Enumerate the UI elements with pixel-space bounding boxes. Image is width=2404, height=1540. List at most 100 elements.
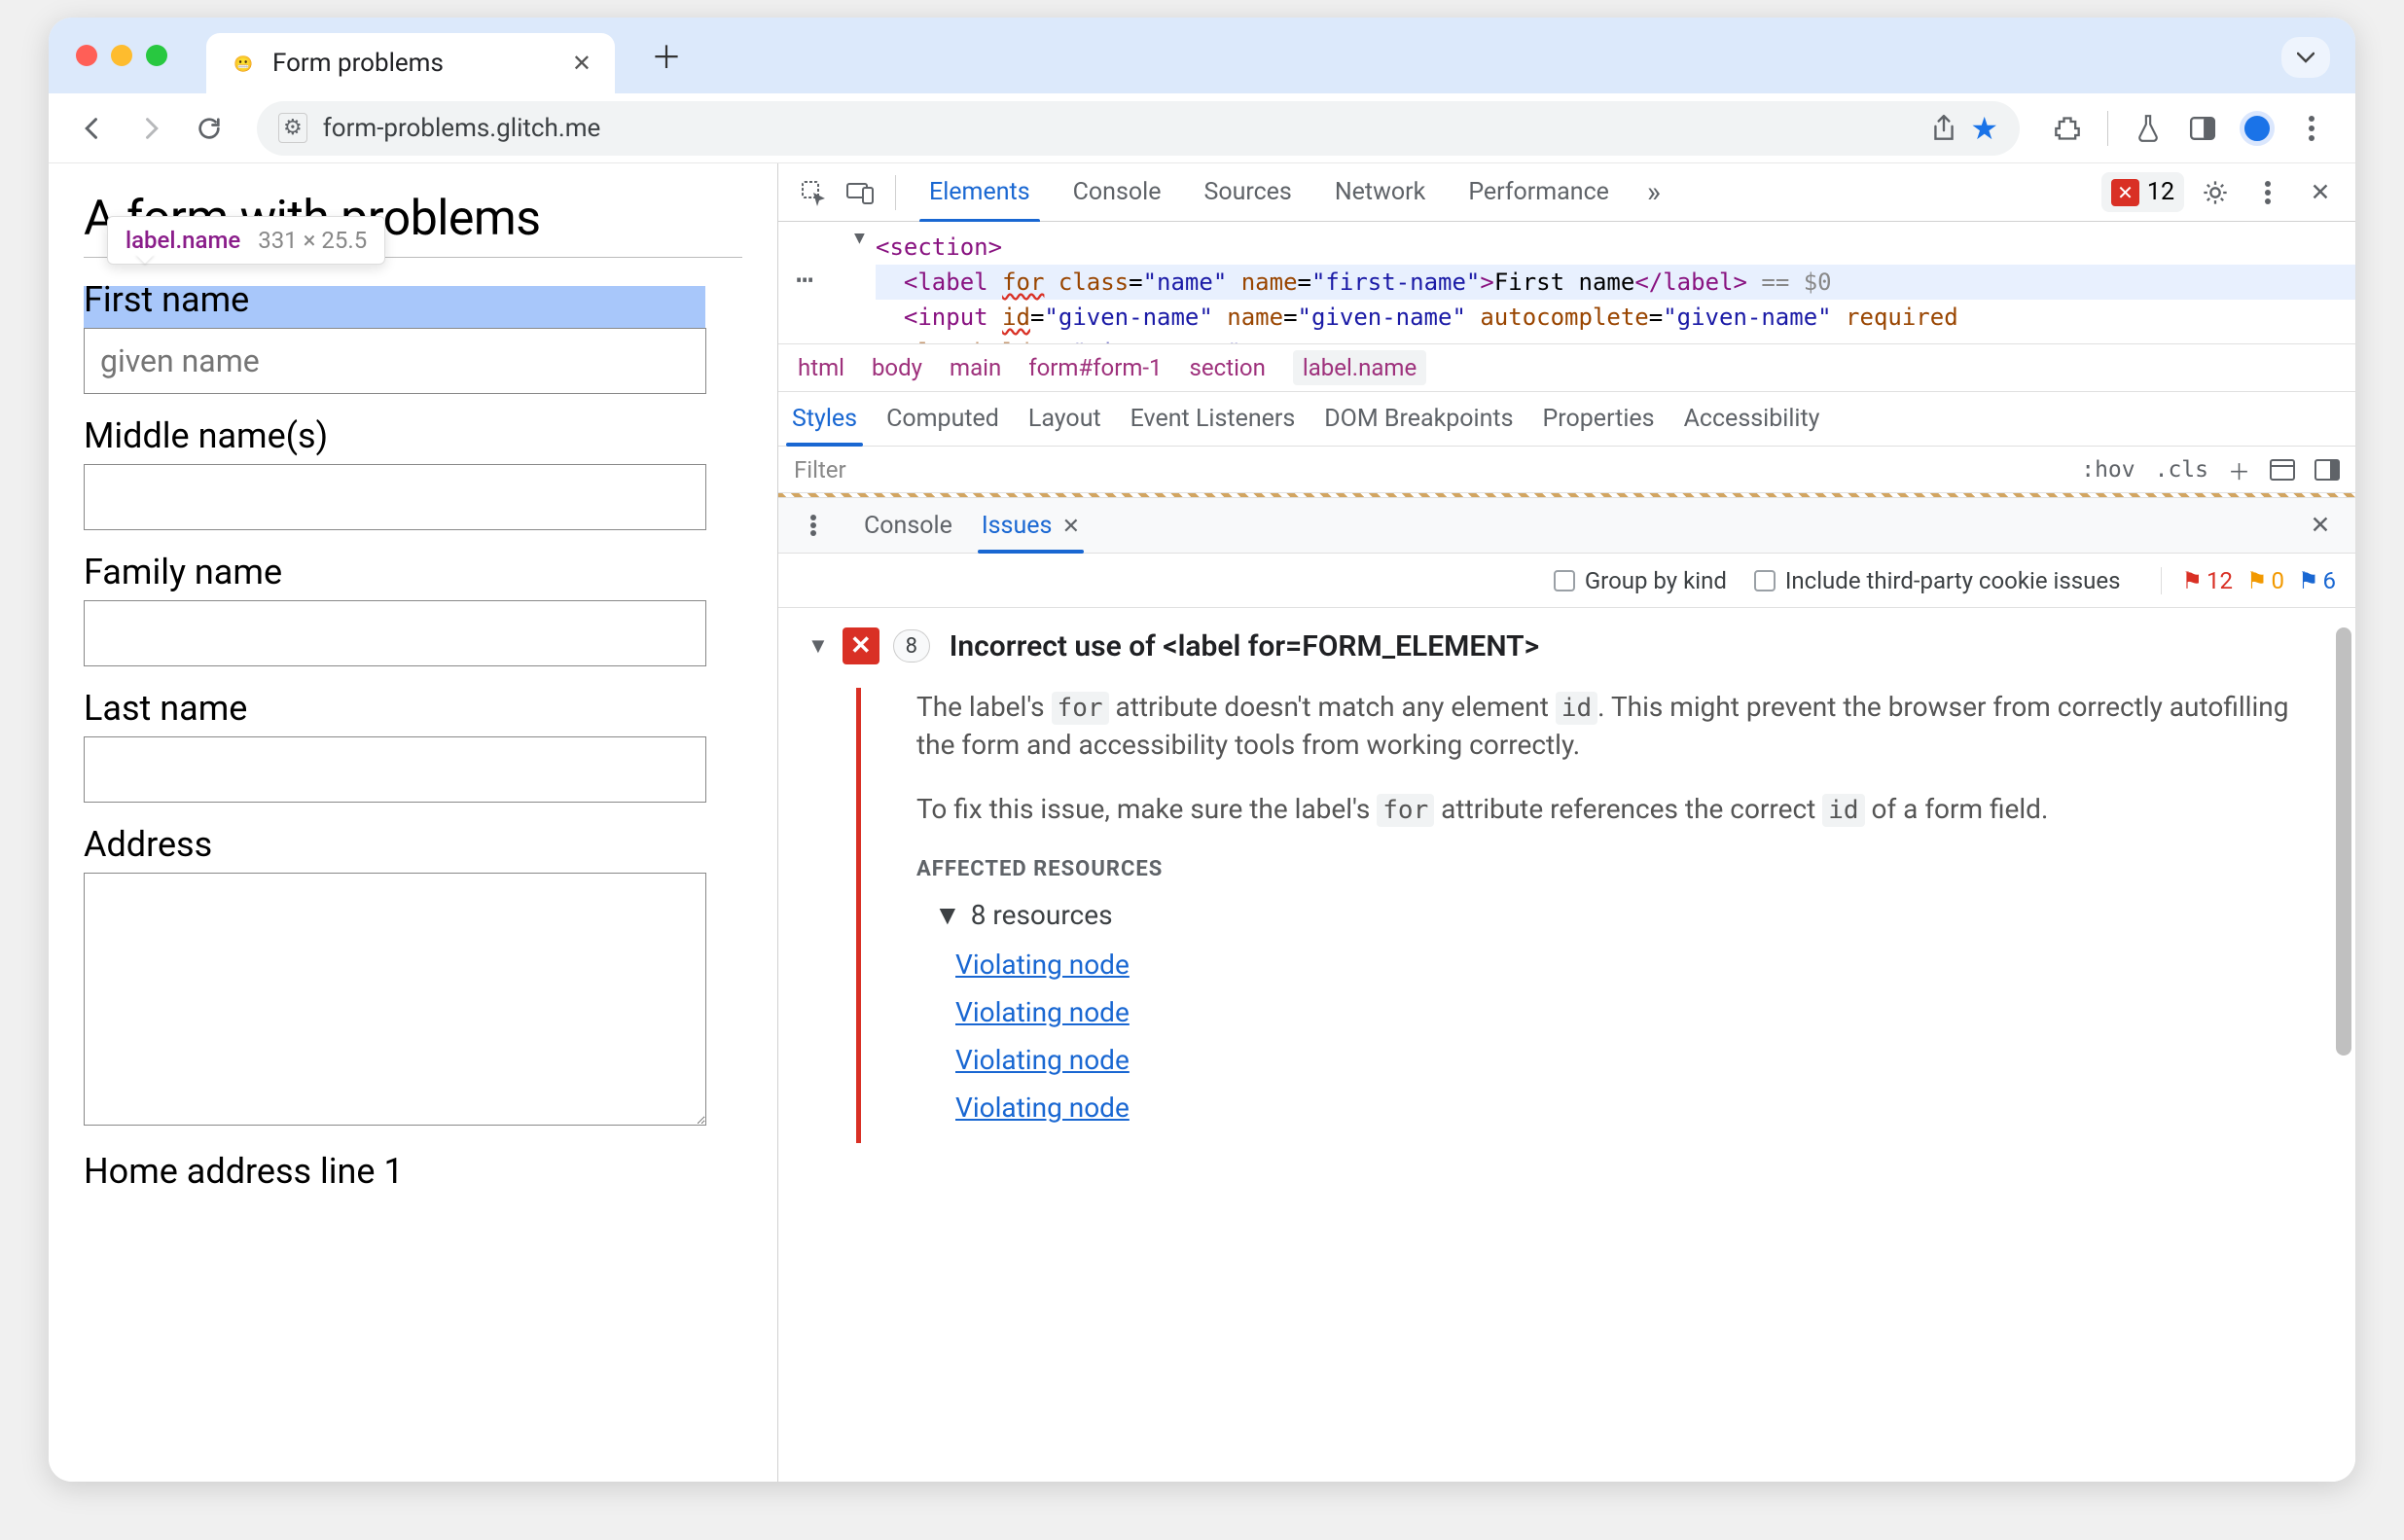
window-maximize-button[interactable] xyxy=(146,45,167,66)
content-area: A form with problems label.name 331 × 25… xyxy=(49,163,2355,1482)
devtools-close-icon[interactable]: ✕ xyxy=(2299,171,2342,214)
new-style-rule-icon[interactable]: ＋ xyxy=(2228,453,2250,486)
subtab-accessibility[interactable]: Accessibility xyxy=(1684,405,1820,433)
more-tabs-icon[interactable]: » xyxy=(1633,171,1675,214)
new-tab-button[interactable]: ＋ xyxy=(642,31,691,80)
family-name-input[interactable] xyxy=(84,600,706,666)
extensions-icon[interactable] xyxy=(2043,104,2092,153)
violating-node-link[interactable]: Violating node xyxy=(955,1092,2326,1124)
issue-row[interactable]: ▼ ✕ 8 Incorrect use of <label for=FORM_E… xyxy=(778,608,2355,664)
issue-toggle-icon[interactable]: ▼ xyxy=(807,633,829,664)
tabs-dropdown-button[interactable] xyxy=(2281,37,2330,78)
violating-node-link[interactable]: Violating node xyxy=(955,1044,2326,1076)
drawer-tabbar: Console Issues ✕ ✕ xyxy=(778,497,2355,554)
subtab-layout[interactable]: Layout xyxy=(1028,405,1101,433)
resources-caret-icon: ▼ xyxy=(934,899,961,931)
dom-ellipsis-icon[interactable]: ⋯ xyxy=(796,263,815,297)
middle-name-group: Middle name(s) xyxy=(84,415,742,530)
dom-tree[interactable]: ⋯ ▼ <section> <label for class="name" na… xyxy=(778,222,2355,343)
window-close-button[interactable] xyxy=(76,45,97,66)
drawer-tab-close-icon[interactable]: ✕ xyxy=(1062,515,1080,539)
dom-breadcrumb[interactable]: html body main form#form-1 section label… xyxy=(778,343,2355,392)
toggle-sidebar-icon[interactable] xyxy=(2314,459,2340,481)
inspect-element-icon[interactable] xyxy=(792,171,835,214)
group-by-kind-checkbox[interactable] xyxy=(1554,570,1575,591)
kebab-menu-icon[interactable] xyxy=(2287,104,2336,153)
subtab-dom-breakpoints[interactable]: DOM Breakpoints xyxy=(1324,405,1513,433)
share-icon[interactable] xyxy=(1931,114,1956,143)
tab-favicon: 😬 xyxy=(230,50,257,77)
drawer-tab-issues[interactable]: Issues ✕ xyxy=(982,512,1080,540)
site-settings-icon[interactable]: ⚙ xyxy=(278,113,307,143)
labs-icon[interactable] xyxy=(2124,104,2172,153)
violating-node-link[interactable]: Violating node xyxy=(955,949,2326,981)
omnibox[interactable]: ⚙ form-problems.glitch.me ★ xyxy=(257,101,2020,156)
crumb-form[interactable]: form#form-1 xyxy=(1028,354,1162,381)
first-name-input[interactable] xyxy=(84,328,706,394)
home-line1-label: Home address line 1 xyxy=(84,1151,742,1192)
resources-toggle-label: 8 resources xyxy=(971,899,1113,931)
device-toolbar-icon[interactable] xyxy=(839,171,881,214)
devtools-kebab-icon[interactable] xyxy=(2246,171,2289,214)
crumb-html[interactable]: html xyxy=(798,354,844,381)
issues-info-flag[interactable]: ⚑ 6 xyxy=(2298,567,2336,594)
error-count-badge[interactable]: ✕ 12 xyxy=(2101,172,2184,212)
family-name-group: Family name xyxy=(84,552,742,666)
reload-button[interactable] xyxy=(185,104,233,153)
bookmark-star-icon[interactable]: ★ xyxy=(1970,110,1998,147)
crumb-main[interactable]: main xyxy=(950,354,1001,381)
forward-button[interactable] xyxy=(126,104,175,153)
subtab-styles[interactable]: Styles xyxy=(792,405,857,433)
inspect-selector: label.name xyxy=(126,227,240,254)
tab-console[interactable]: Console xyxy=(1054,163,1181,222)
subtab-properties[interactable]: Properties xyxy=(1543,405,1655,433)
panel-icon[interactable] xyxy=(2178,104,2227,153)
styles-filter-row: Filter :hov .cls ＋ xyxy=(778,447,2355,493)
tab-close-button[interactable]: ✕ xyxy=(572,50,592,77)
address-textarea[interactable] xyxy=(84,873,706,1126)
subtab-event-listeners[interactable]: Event Listeners xyxy=(1130,405,1296,433)
issues-error-flag[interactable]: ⚑ 12 xyxy=(2181,567,2233,594)
address-label: Address xyxy=(84,824,742,865)
first-name-group: First name xyxy=(84,279,742,394)
middle-name-input[interactable] xyxy=(84,464,706,530)
crumb-body[interactable]: body xyxy=(872,354,922,381)
tab-sources[interactable]: Sources xyxy=(1184,163,1310,222)
error-count: 12 xyxy=(2147,178,2174,206)
dom-caret-icon[interactable]: ▼ xyxy=(854,228,865,248)
drawer-close-icon[interactable]: ✕ xyxy=(2299,504,2342,547)
back-button[interactable] xyxy=(68,104,117,153)
drawer-tab-console[interactable]: Console xyxy=(864,512,952,540)
violating-node-link[interactable]: Violating node xyxy=(955,996,2326,1028)
browser-tab[interactable]: 😬 Form problems ✕ xyxy=(206,33,615,93)
home-line1-group: Home address line 1 xyxy=(84,1151,742,1192)
settings-gear-icon[interactable] xyxy=(2194,171,2237,214)
styles-subtabs: Styles Computed Layout Event Listeners D… xyxy=(778,392,2355,447)
last-name-group: Last name xyxy=(84,688,742,803)
inspect-tooltip: label.name 331 × 25.5 xyxy=(107,216,385,265)
hov-toggle[interactable]: :hov xyxy=(2081,457,2135,483)
subtab-computed[interactable]: Computed xyxy=(886,405,999,433)
traffic-lights xyxy=(76,45,167,66)
tab-elements[interactable]: Elements xyxy=(910,163,1050,222)
include-cookie-checkbox[interactable] xyxy=(1754,570,1776,591)
crumb-label[interactable]: label.name xyxy=(1293,350,1426,385)
cls-toggle[interactable]: .cls xyxy=(2155,457,2208,483)
window-minimize-button[interactable] xyxy=(111,45,132,66)
last-name-input[interactable] xyxy=(84,736,706,803)
profile-button[interactable] xyxy=(2233,104,2281,153)
crumb-section[interactable]: section xyxy=(1190,354,1266,381)
drawer-kebab-icon[interactable] xyxy=(792,504,835,547)
browser-window: 😬 Form problems ✕ ＋ ⚙ form-problems.glit… xyxy=(49,18,2355,1482)
browser-toolbar: ⚙ form-problems.glitch.me ★ xyxy=(49,93,2355,163)
tab-network[interactable]: Network xyxy=(1315,163,1445,222)
styles-filter-input[interactable]: Filter xyxy=(794,456,846,483)
computed-sidebar-icon[interactable] xyxy=(2270,459,2295,481)
tab-performance[interactable]: Performance xyxy=(1449,163,1629,222)
issues-counts: ⚑ 12 ⚑ 0 ⚑ 6 xyxy=(2161,567,2336,594)
issues-warning-flag[interactable]: ⚑ 0 xyxy=(2246,567,2284,594)
issue-count-pill: 8 xyxy=(893,629,930,663)
issue-description-2: To fix this issue, make sure the label's… xyxy=(916,790,2298,828)
resources-toggle[interactable]: ▼ 8 resources xyxy=(934,899,2326,931)
issues-options-bar: Group by kind Include third-party cookie… xyxy=(778,554,2355,608)
